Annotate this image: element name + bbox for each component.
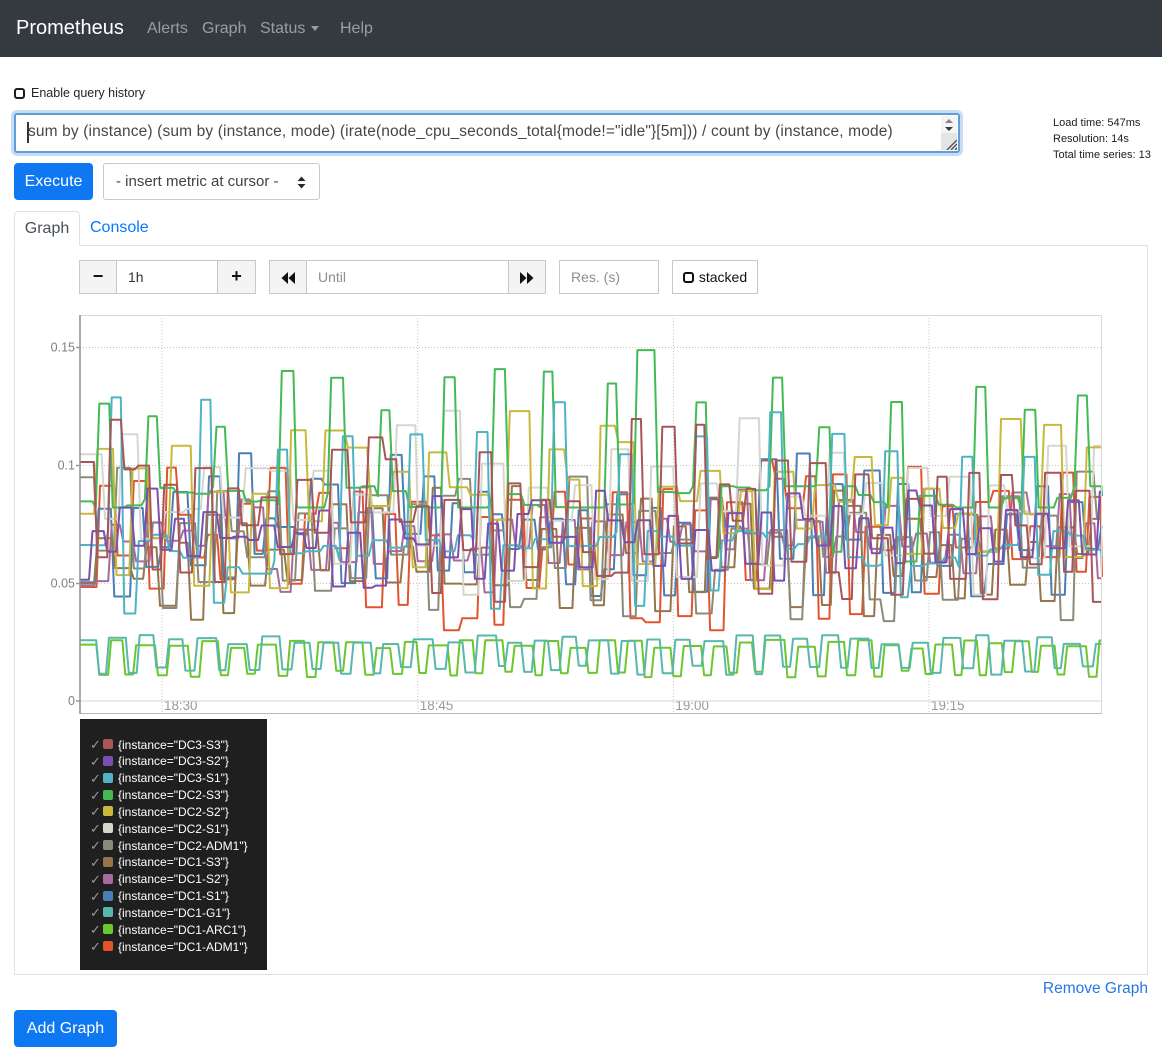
svg-text:19:15: 19:15: [931, 698, 965, 713]
svg-text:18:30: 18:30: [164, 698, 198, 713]
svg-text:0.1: 0.1: [58, 459, 75, 473]
svg-text:0.05: 0.05: [51, 577, 75, 591]
svg-text:18:45: 18:45: [420, 698, 454, 713]
svg-text:0: 0: [68, 694, 75, 708]
svg-text:19:00: 19:00: [675, 698, 709, 713]
svg-text:0.15: 0.15: [51, 341, 75, 355]
